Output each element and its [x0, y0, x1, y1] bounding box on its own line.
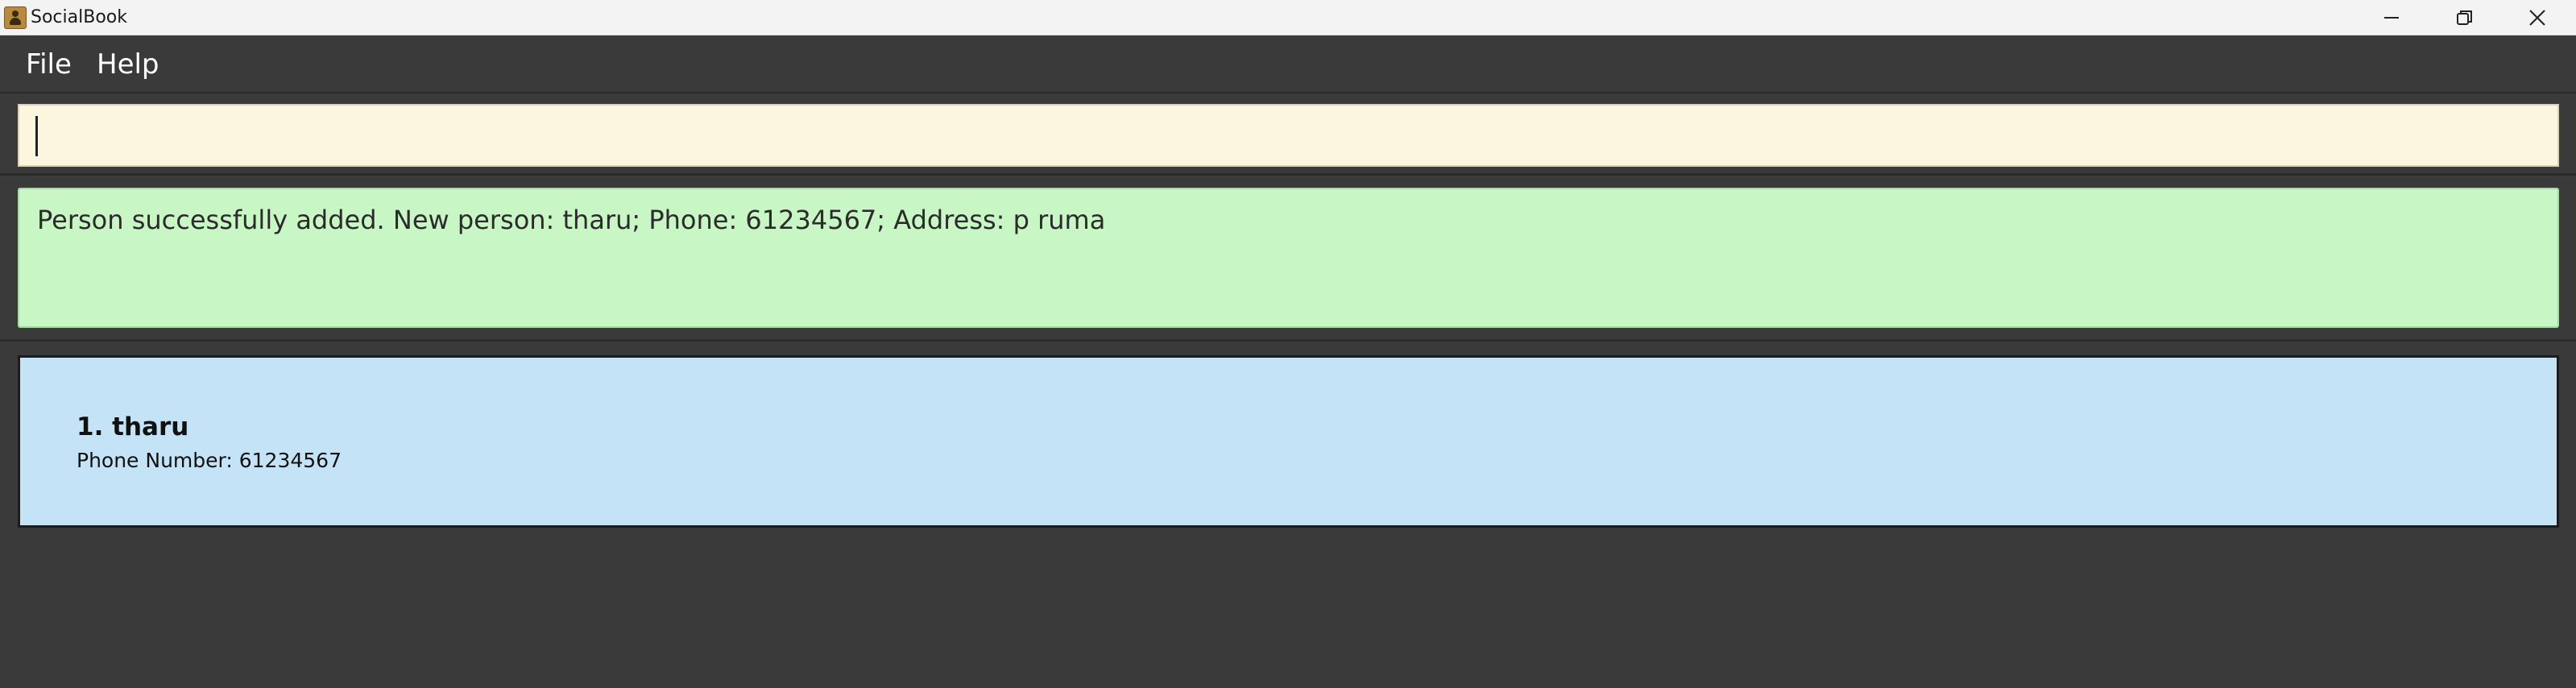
minimize-button[interactable] [2355, 0, 2428, 35]
person-card[interactable]: 1. tharu Phone Number: 61234567 [18, 355, 2559, 528]
person-list-pane: 1. tharu Phone Number: 61234567 [0, 342, 2576, 688]
restore-icon [2457, 10, 2472, 25]
app-logo-icon [4, 6, 27, 29]
window-titlebar: SocialBook [0, 0, 2576, 35]
menu-help[interactable]: Help [97, 47, 159, 82]
person-phone: Phone Number: 61234567 [77, 449, 342, 472]
window-title: SocialBook [31, 7, 127, 27]
close-button[interactable] [2500, 0, 2573, 35]
restore-button[interactable] [2428, 0, 2500, 35]
minimize-icon [2384, 17, 2399, 19]
command-input[interactable] [18, 104, 2559, 167]
result-pane: Person successfully added. New person: t… [0, 176, 2576, 342]
text-caret [35, 116, 38, 156]
result-message: Person successfully added. New person: t… [37, 205, 1106, 235]
menu-bar: File Help [0, 35, 2576, 93]
command-pane [0, 93, 2576, 176]
close-icon [2529, 10, 2545, 26]
person-name: 1. tharu [77, 412, 189, 441]
result-display: Person successfully added. New person: t… [18, 188, 2559, 328]
menu-file[interactable]: File [26, 47, 72, 82]
